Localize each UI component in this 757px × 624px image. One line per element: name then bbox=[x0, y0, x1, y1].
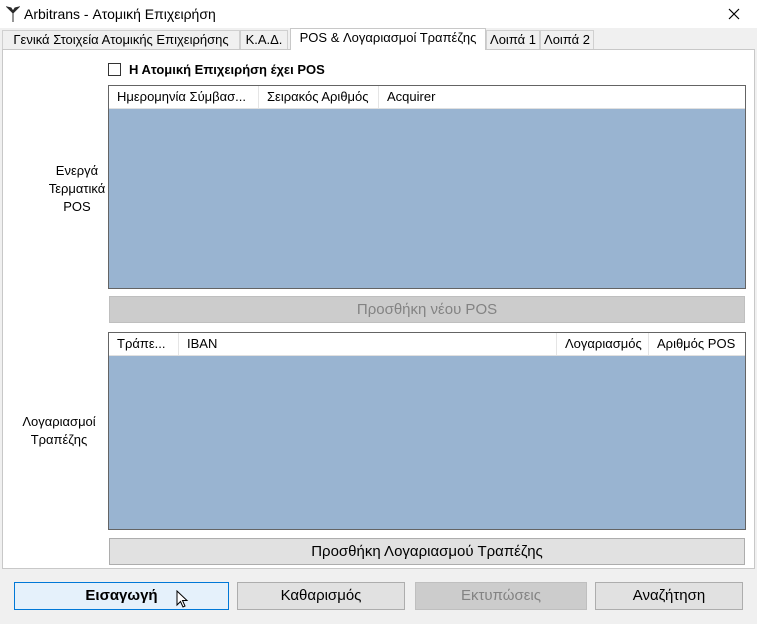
app-logo-icon bbox=[6, 6, 20, 22]
col-bank[interactable]: Τράπε... bbox=[109, 333, 179, 355]
prints-button[interactable]: Εκτυπώσεις bbox=[415, 582, 587, 610]
tab-other-1[interactable]: Λοιπά 1 bbox=[486, 30, 540, 49]
add-pos-button[interactable]: Προσθήκη νέου POS bbox=[109, 296, 745, 323]
col-contract-date[interactable]: Ημερομηνία Σύμβασ... bbox=[109, 86, 259, 108]
col-pos-number[interactable]: Αριθμός POS bbox=[649, 333, 745, 355]
close-button[interactable] bbox=[711, 0, 757, 28]
pos-grid-header: Ημερομηνία Σύμβασ... Σειρακός Αριθμός Ac… bbox=[109, 86, 745, 109]
active-pos-label-line1: Ενεργά bbox=[55, 163, 99, 178]
checkbox-box[interactable] bbox=[108, 62, 121, 76]
active-pos-label: Ενεργά Τερματικά POS bbox=[40, 162, 114, 216]
close-icon bbox=[728, 8, 740, 20]
active-pos-label-line2: Τερματικά bbox=[48, 181, 106, 196]
has-pos-checkbox[interactable]: Η Ατομική Επιχειρήση έχει POS bbox=[108, 61, 325, 77]
bank-grid-header: Τράπε... IBAN Λογαριασμός Αριθμός POS bbox=[109, 333, 745, 356]
bank-accounts-label: Λογαριασμοί Τραπέζης bbox=[18, 413, 100, 449]
pos-grid[interactable]: Ημερομηνία Σύμβασ... Σειρακός Αριθμός Ac… bbox=[108, 85, 746, 289]
window-title: Arbitrans - Ατομική Επιχειρήση bbox=[24, 6, 216, 22]
tab-other-2[interactable]: Λοιπά 2 bbox=[540, 30, 594, 49]
active-pos-label-line3: POS bbox=[63, 199, 91, 214]
add-bank-account-button[interactable]: Προσθήκη Λογαριασμού Τραπέζης bbox=[109, 538, 745, 565]
bank-accounts-label-line1: Λογαριασμοί bbox=[22, 414, 96, 429]
search-button[interactable]: Αναζήτηση bbox=[595, 582, 743, 610]
tab-kad[interactable]: Κ.Α.Δ. bbox=[240, 30, 288, 49]
insert-button[interactable]: Εισαγωγή bbox=[14, 582, 229, 610]
col-acquirer[interactable]: Acquirer bbox=[379, 86, 479, 108]
tab-general-info[interactable]: Γενικά Στοιχεία Ατομικής Επιχειρήσης bbox=[2, 30, 240, 49]
has-pos-label: Η Ατομική Επιχειρήση έχει POS bbox=[129, 61, 325, 77]
bank-accounts-grid[interactable]: Τράπε... IBAN Λογαριασμός Αριθμός POS bbox=[108, 332, 746, 530]
mouse-cursor-icon bbox=[176, 590, 189, 608]
bank-accounts-label-line2: Τραπέζης bbox=[30, 432, 88, 447]
tab-pos-bank[interactable]: POS & Λογαριασμοί Τραπέζης bbox=[290, 28, 486, 50]
col-iban[interactable]: IBAN bbox=[179, 333, 557, 355]
clear-button[interactable]: Καθαρισμός bbox=[237, 582, 405, 610]
title-bar: Arbitrans - Ατομική Επιχειρήση bbox=[0, 0, 757, 28]
col-serial-number[interactable]: Σειρακός Αριθμός bbox=[259, 86, 379, 108]
col-account[interactable]: Λογαριασμός bbox=[557, 333, 649, 355]
